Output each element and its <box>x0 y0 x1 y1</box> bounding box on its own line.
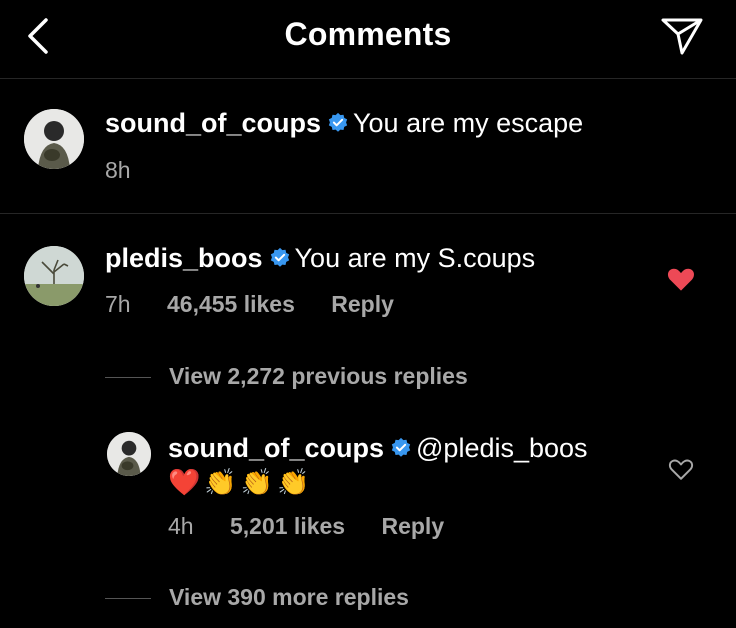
username[interactable]: pledis_boos <box>105 243 263 273</box>
caption-meta: 8h <box>105 155 161 185</box>
reply-button[interactable]: Reply <box>331 291 394 317</box>
reply-line: sound_of_coups @pledis_boos <box>168 431 588 465</box>
clapping-hands-emoji: 👏 <box>240 467 274 497</box>
red-heart-emoji: ❤️ <box>168 467 201 497</box>
view-more-replies-button[interactable]: View 390 more replies <box>105 582 409 612</box>
view-previous-replies-button[interactable]: View 2,272 previous replies <box>105 361 468 391</box>
verified-badge-icon <box>391 437 411 457</box>
comment-line: pledis_boos You are my S.coups <box>105 241 535 275</box>
avatar[interactable] <box>24 109 84 169</box>
caption-line: sound_of_coups You are my escape <box>105 106 583 140</box>
username[interactable]: sound_of_coups <box>168 433 384 463</box>
likes-count[interactable]: 46,455 likes <box>167 291 295 317</box>
emoji-row: ❤️ 👏 👏 👏 <box>168 465 314 499</box>
send-paper-plane-icon[interactable] <box>660 16 704 56</box>
comment-meta: 7h 46,455 likes Reply <box>105 289 424 319</box>
reply-meta: 4h 5,201 likes Reply <box>168 511 474 541</box>
verified-badge-icon <box>270 247 289 267</box>
caption-text: You are my escape <box>353 108 584 138</box>
verified-badge-icon <box>328 112 348 132</box>
thread-divider <box>105 377 151 379</box>
heart-filled-icon[interactable] <box>667 266 695 292</box>
clapping-hands-emoji: 👏 <box>277 467 310 497</box>
avatar[interactable] <box>107 432 151 476</box>
timestamp: 7h <box>105 291 131 317</box>
timestamp: 8h <box>105 157 131 183</box>
heart-outline-icon[interactable] <box>668 457 694 481</box>
comment-text: You are my S.coups <box>294 243 536 273</box>
likes-count[interactable]: 5,201 likes <box>230 513 345 539</box>
avatar[interactable] <box>24 246 84 306</box>
reply-button[interactable]: Reply <box>381 513 444 539</box>
header-bar: Comments <box>0 0 736 79</box>
timestamp: 4h <box>168 513 194 539</box>
username[interactable]: sound_of_coups <box>105 108 321 138</box>
caption-block: sound_of_coups You are my escape 8h <box>0 79 736 214</box>
thread-divider <box>105 598 151 600</box>
clapping-hands-emoji: 👏 <box>204 467 237 497</box>
mention-link[interactable]: @pledis_boos <box>416 433 588 463</box>
page-title: Comments <box>284 16 452 52</box>
